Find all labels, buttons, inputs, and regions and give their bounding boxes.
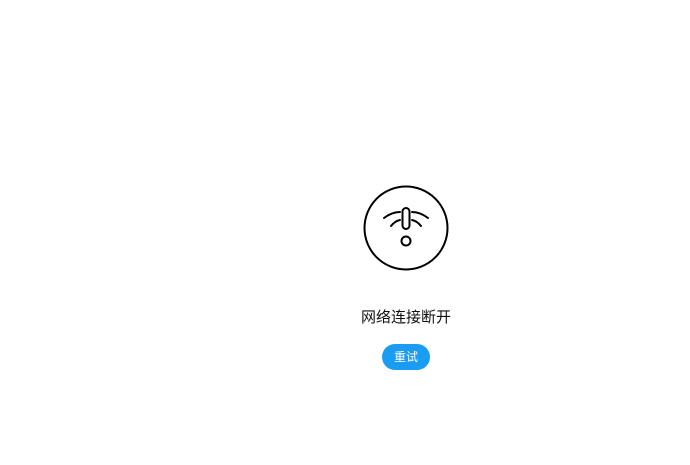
retry-button[interactable]: 重试: [382, 344, 430, 370]
wifi-arc-outer-left: [383, 211, 401, 219]
wifi-disconnected-icon: [363, 185, 449, 271]
network-error-page: 网络连接断开 重试: [0, 0, 690, 465]
error-message: 网络连接断开: [360, 308, 451, 326]
wifi-arc-outer-right: [411, 211, 429, 219]
exclamation-bar: [401, 207, 411, 230]
wifi-arc-inner-right: [411, 219, 422, 227]
wifi-arc-inner-left: [390, 219, 401, 227]
exclamation-dot: [400, 235, 412, 247]
wifi-disconnected-svg: [363, 185, 449, 271]
